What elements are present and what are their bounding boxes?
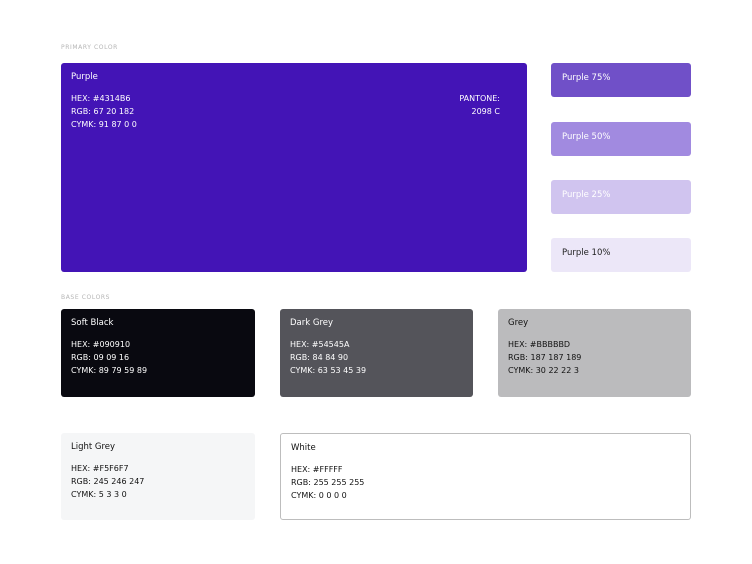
base-rgb: RGB: 09 09 16 bbox=[71, 353, 130, 362]
base-swatch-light-grey: Light Grey HEX: #F5F6F7 RGB: 245 246 247… bbox=[61, 433, 255, 520]
base-color-name: Dark Grey bbox=[290, 318, 334, 328]
primary-color-section-label: PRIMARY COLOR bbox=[61, 44, 118, 51]
pantone-value: 2098 C bbox=[471, 107, 501, 116]
base-color-values: HEX: #BBBBBD RGB: 187 187 189 CYMK: 30 2… bbox=[508, 338, 581, 377]
primary-rgb: RGB: 67 20 182 bbox=[71, 107, 135, 116]
base-cymk: CYMK: 5 3 3 0 bbox=[71, 490, 127, 499]
tint-swatch-purple-10: Purple 10% bbox=[551, 238, 691, 272]
base-color-name: Grey bbox=[508, 318, 529, 328]
base-rgb: RGB: 187 187 189 bbox=[508, 353, 582, 362]
base-swatch-grey: Grey HEX: #BBBBBD RGB: 187 187 189 CYMK:… bbox=[498, 309, 691, 397]
base-color-name: Light Grey bbox=[71, 442, 116, 452]
base-cymk: CYMK: 89 79 59 89 bbox=[71, 366, 148, 375]
base-swatch-dark-grey: Dark Grey HEX: #54545A RGB: 84 84 90 CYM… bbox=[280, 309, 473, 397]
base-color-values: HEX: #090910 RGB: 09 09 16 CYMK: 89 79 5… bbox=[71, 338, 147, 377]
primary-color-name: Purple bbox=[71, 72, 98, 82]
base-rgb: RGB: 245 246 247 bbox=[71, 477, 145, 486]
base-color-name: Soft Black bbox=[71, 318, 114, 328]
primary-hex: HEX: #4314B6 bbox=[71, 94, 131, 103]
primary-color-swatch: Purple HEX: #4314B6 RGB: 67 20 182 CYMK:… bbox=[61, 63, 527, 272]
base-color-values: HEX: #54545A RGB: 84 84 90 CYMK: 63 53 4… bbox=[290, 338, 366, 377]
primary-color-values: HEX: #4314B6 RGB: 67 20 182 CYMK: 91 87 … bbox=[71, 92, 137, 131]
tint-swatch-purple-50: Purple 50% bbox=[551, 122, 691, 156]
base-rgb: RGB: 255 255 255 bbox=[291, 478, 365, 487]
base-hex: HEX: #54545A bbox=[290, 340, 350, 349]
tint-label: Purple 75% bbox=[562, 73, 611, 83]
primary-pantone: PANTONE: 2098 C bbox=[459, 92, 500, 118]
tint-label: Purple 50% bbox=[562, 132, 611, 142]
base-color-values: HEX: #FFFFF RGB: 255 255 255 CYMK: 0 0 0… bbox=[291, 463, 364, 502]
base-swatch-soft-black: Soft Black HEX: #090910 RGB: 09 09 16 CY… bbox=[61, 309, 255, 397]
base-rgb: RGB: 84 84 90 bbox=[290, 353, 349, 362]
base-cymk: CYMK: 63 53 45 39 bbox=[290, 366, 367, 375]
base-colors-section-label: BASE COLORS bbox=[61, 294, 111, 301]
base-cymk: CYMK: 30 22 22 3 bbox=[508, 366, 579, 375]
base-hex: HEX: #FFFFF bbox=[291, 465, 343, 474]
base-color-values: HEX: #F5F6F7 RGB: 245 246 247 CYMK: 5 3 … bbox=[71, 462, 144, 501]
base-hex: HEX: #F5F6F7 bbox=[71, 464, 129, 473]
tint-swatch-purple-75: Purple 75% bbox=[551, 63, 691, 97]
tint-swatch-purple-25: Purple 25% bbox=[551, 180, 691, 214]
base-cymk: CYMK: 0 0 0 0 bbox=[291, 491, 347, 500]
primary-cymk: CYMK: 91 87 0 0 bbox=[71, 120, 137, 129]
base-color-name: White bbox=[291, 443, 316, 453]
tint-label: Purple 10% bbox=[562, 248, 611, 258]
base-hex: HEX: #BBBBBD bbox=[508, 340, 571, 349]
base-swatch-white: White HEX: #FFFFF RGB: 255 255 255 CYMK:… bbox=[280, 433, 691, 520]
base-hex: HEX: #090910 bbox=[71, 340, 131, 349]
tint-label: Purple 25% bbox=[562, 190, 611, 200]
pantone-label: PANTONE: bbox=[459, 94, 500, 103]
